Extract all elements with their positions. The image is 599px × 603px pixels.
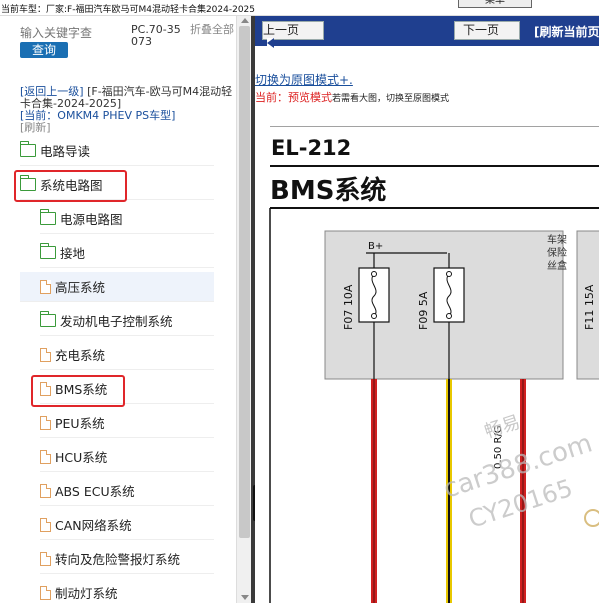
scroll-down-arrow-icon[interactable] — [241, 595, 249, 600]
file-icon — [40, 517, 51, 532]
fuse-box-label-3: 丝盒 — [547, 259, 567, 272]
file-icon — [40, 415, 51, 430]
right-panel: 上一页 下一页 [刷新当前页 切换为原图模式+. 当前：预览模式若需看大图，切换… — [255, 16, 599, 603]
tree-item-high-voltage[interactable]: 高压系统 — [20, 272, 214, 302]
mode-current-label: 当前： — [255, 91, 288, 104]
folder-icon — [39, 209, 56, 225]
tree-item-label: ABS ECU系统 — [55, 484, 135, 499]
tree-item-label: 电路导读 — [40, 144, 91, 159]
file-icon — [40, 551, 51, 566]
fuse-f11-label: F11 15A — [583, 284, 596, 330]
search-button[interactable]: 查询 — [20, 42, 68, 58]
highlight-box — [14, 170, 127, 202]
tree-item-label: 接地 — [60, 246, 86, 261]
tree-item-label: 充电系统 — [55, 348, 106, 363]
mode-status: 当前：预览模式若需看大图，切换至原图模式 — [255, 89, 449, 105]
prev-page-label: 上一页 — [263, 23, 300, 37]
highlight-box — [31, 375, 125, 407]
tree-item-label: 电源电路图 — [60, 212, 123, 227]
tree-item-label: 制动灯系统 — [55, 586, 118, 601]
mode-preview-label: 预览模式 — [288, 91, 332, 104]
arrow-left-icon — [267, 38, 274, 48]
file-icon — [40, 449, 51, 464]
watermark-logo — [584, 509, 599, 527]
mode-hint: 若需看大图，切换至原图模式 — [332, 94, 450, 104]
tree-item-ground[interactable]: 接地 — [39, 238, 214, 268]
menu-button[interactable]: 菜单 — [458, 0, 532, 8]
tree-item-label: 转向及危险警报灯系统 — [55, 552, 181, 567]
bplus-label: B+ — [368, 241, 383, 252]
switch-original-mode-link[interactable]: 切换为原图模式+. — [255, 71, 353, 88]
tree-item-label: 发动机电子控制系统 — [60, 314, 173, 329]
prev-page-button[interactable]: 上一页 — [262, 21, 324, 48]
diagram-title: BMS系统 — [270, 175, 386, 206]
collapse-all-link[interactable]: 折叠全部 — [190, 24, 234, 36]
fuse-f07-label: F07 10A — [342, 284, 355, 330]
tree-item-label: 高压系统 — [55, 280, 106, 295]
left-scrollbar[interactable] — [236, 16, 251, 603]
scroll-thumb[interactable] — [239, 26, 250, 538]
tree-item-label: CAN网络系统 — [55, 518, 132, 533]
tree-item-abs-ecu[interactable]: ABS ECU系统 — [40, 476, 214, 506]
file-icon — [40, 585, 51, 600]
tree-item-label: HCU系统 — [55, 450, 108, 465]
fuse-box-label-1: 车架 — [547, 233, 567, 246]
next-page-label: 下一页 — [463, 23, 500, 37]
tree-item-can-network[interactable]: CAN网络系统 — [40, 510, 214, 540]
tree-item-engine-control[interactable]: 发动机电子控制系统 — [39, 306, 214, 336]
next-page-button[interactable]: 下一页 — [454, 21, 520, 40]
scroll-up-arrow-icon[interactable] — [241, 18, 249, 23]
tree-item-turn-hazard-lamps[interactable]: 转向及危险警报灯系统 — [40, 544, 214, 574]
watermark-brand: 畅易 — [482, 412, 523, 443]
tree-item-hcu[interactable]: HCU系统 — [40, 442, 214, 472]
page-toolbar: 上一页 下一页 [刷新当前页 — [255, 16, 599, 48]
folder-icon — [39, 311, 56, 327]
fuse-f09-label: F09 5A — [417, 291, 430, 330]
file-icon — [40, 347, 51, 362]
folder-icon — [19, 141, 36, 157]
left-panel: 查询 PC.70-35073 折叠全部 [返回上一级] [F-福田汽车-欧马可M… — [0, 16, 236, 603]
wiring-diagram: EL-212 BMS系统 B+ F07 10A F09 5A F11 15A 车… — [269, 126, 599, 603]
catalog-code: PC.70-35073 — [131, 23, 181, 48]
refresh-link[interactable]: [刷新] — [20, 121, 51, 134]
file-icon — [40, 483, 51, 498]
tree-item-brake-lamps[interactable]: 制动灯系统 — [40, 578, 214, 603]
current-car-model: 当前车型：厂家:F-福田汽车欧马可M4混动轻卡合集2024-2025 — [1, 5, 256, 15]
fuse-box-label-2: 保险 — [547, 246, 567, 259]
file-icon — [40, 279, 51, 294]
breadcrumb: [返回上一级] [F-福田汽车-欧马可M4混动轻卡合集-2024-2025] [… — [20, 86, 234, 134]
tree-item-circuit-guide[interactable]: 电路导读 — [19, 136, 214, 166]
tree-item-power-circuit[interactable]: 电源电路图 — [39, 204, 214, 234]
folder-icon — [39, 243, 56, 259]
search-input[interactable] — [20, 24, 126, 42]
tree-item-label: PEU系统 — [55, 416, 105, 431]
refresh-page-link[interactable]: [刷新当前页 — [534, 23, 599, 40]
tree-item-peu[interactable]: PEU系统 — [40, 408, 214, 438]
diagram-code: EL-212 — [271, 136, 351, 160]
top-bar: 当前车型：厂家:F-福田汽车欧马可M4混动轻卡合集2024-2025 菜单 — [0, 0, 599, 16]
tree-item-charging[interactable]: 充电系统 — [40, 340, 214, 370]
